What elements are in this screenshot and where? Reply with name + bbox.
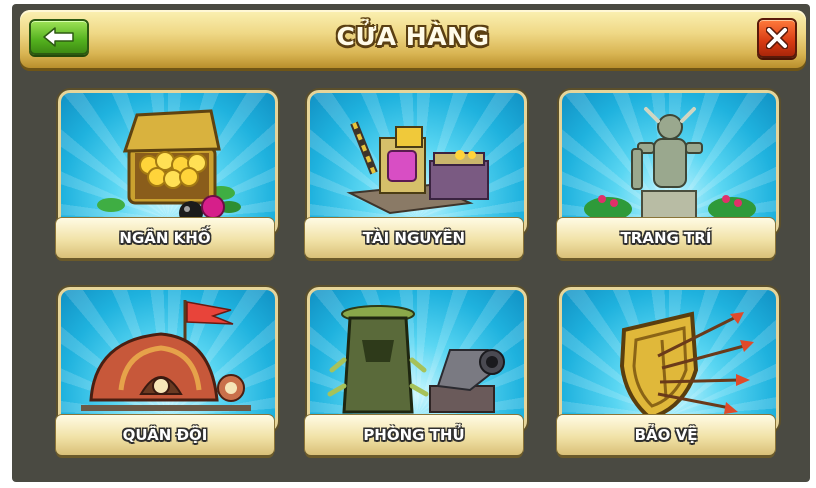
- category-image: [307, 287, 527, 433]
- category-label-text: QUÂN ĐỘI: [122, 426, 208, 444]
- resource-buildings-icon: [346, 121, 489, 215]
- category-label-text: BẢO VỆ: [634, 426, 698, 444]
- army-camp-icon: [81, 300, 251, 411]
- shield-arrows-icon: [619, 311, 754, 421]
- category-card-decorations[interactable]: TRANG TRÍ: [557, 90, 779, 262]
- category-image: [58, 287, 278, 433]
- category-card-defense[interactable]: PHÒNG THỦ: [305, 287, 527, 459]
- page-title: CỬA HÀNG: [336, 22, 490, 51]
- category-image: [559, 287, 779, 433]
- category-card-treasury[interactable]: NGÂN KHỐ: [56, 90, 278, 262]
- category-card-protection[interactable]: BẢO VỆ: [557, 287, 779, 459]
- defense-tower-icon: [327, 305, 505, 414]
- category-label-text: NGÂN KHỐ: [119, 229, 211, 247]
- category-card-army[interactable]: QUÂN ĐỘI: [56, 287, 278, 459]
- close-button[interactable]: [757, 18, 797, 58]
- category-label: PHÒNG THỦ: [305, 415, 523, 455]
- category-label-text: PHÒNG THỦ: [363, 426, 465, 444]
- statue-decoration-icon: [584, 107, 756, 222]
- title-bar: CỬA HÀNG: [20, 10, 806, 68]
- category-label: TÀI NGUYÊN: [305, 218, 523, 258]
- category-label: QUÂN ĐỘI: [56, 415, 274, 455]
- category-image: [559, 90, 779, 236]
- treasure-chest-icon: [97, 109, 241, 225]
- category-image: [58, 90, 278, 236]
- category-label: NGÂN KHỐ: [56, 218, 274, 258]
- category-label-text: TRANG TRÍ: [620, 229, 712, 247]
- category-label: TRANG TRÍ: [557, 218, 775, 258]
- category-label: BẢO VỆ: [557, 415, 775, 455]
- close-icon: [766, 27, 788, 49]
- category-image: [307, 90, 527, 236]
- category-card-resources[interactable]: TÀI NGUYÊN: [305, 90, 527, 262]
- category-label-text: TÀI NGUYÊN: [362, 229, 466, 247]
